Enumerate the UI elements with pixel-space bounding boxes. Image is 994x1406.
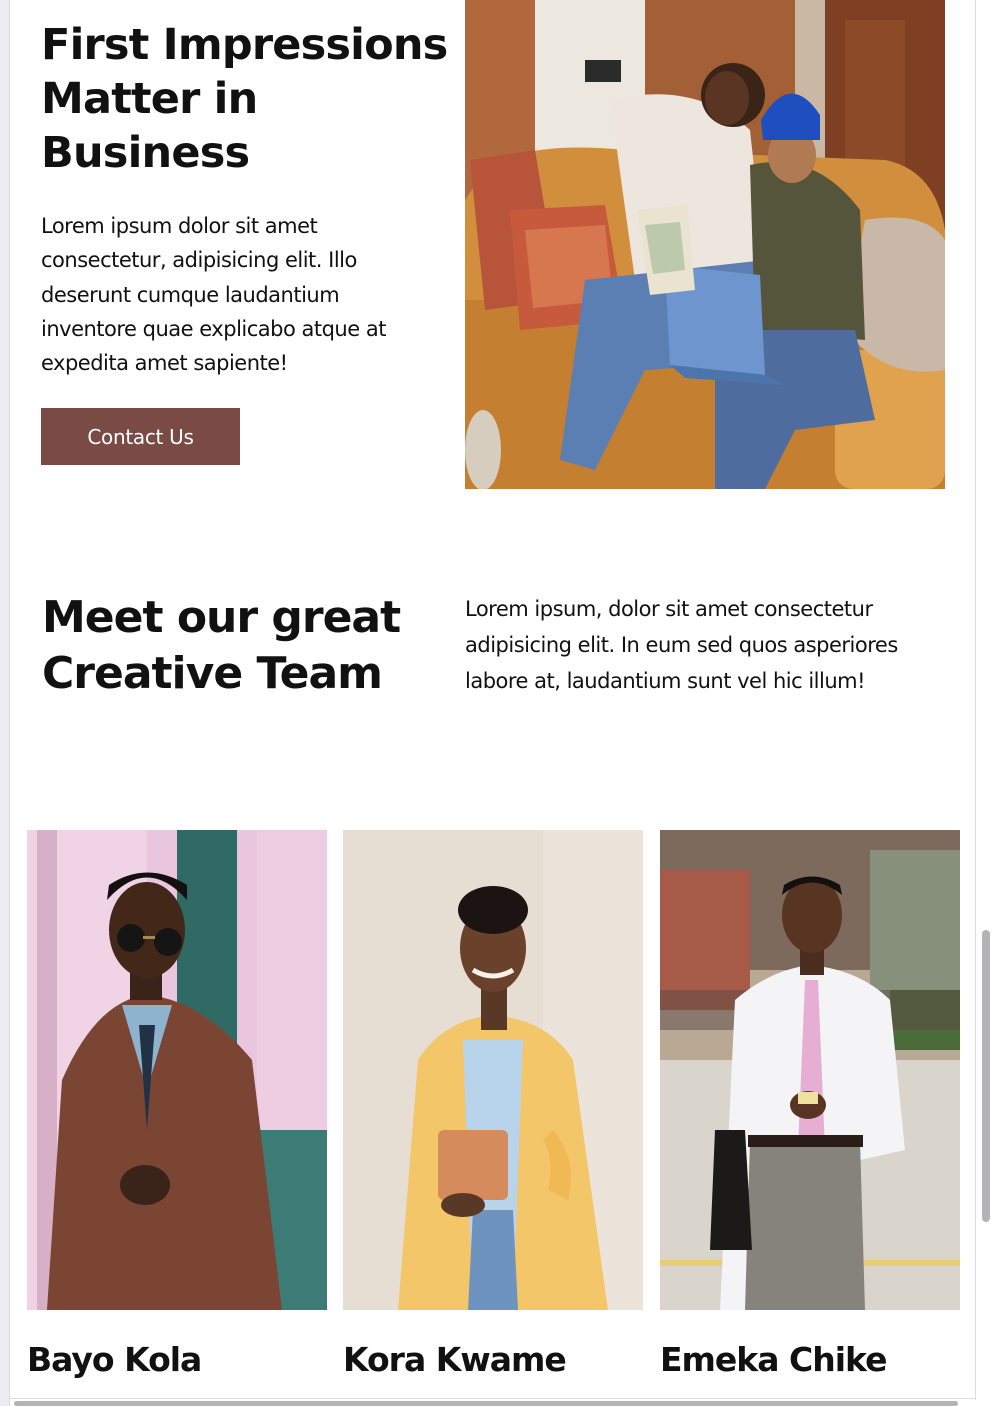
hero-description: Lorem ipsum dolor sit amet consectetur, … [41,214,386,376]
member-name: Bayo Kola [27,1340,202,1379]
left-gutter [0,0,10,1406]
member-photo-emeka-chike [660,830,960,1310]
member-name: Kora Kwame [343,1340,567,1379]
hero-title: First Impressions Matter in Business [41,20,448,178]
member-name: Emeka Chike [660,1340,887,1379]
vertical-scrollbar-thumb[interactable] [982,930,990,1222]
member-photo-bayo-kola [27,830,327,1310]
team-section-description: Lorem ipsum, dolor sit amet consectetur … [465,597,898,693]
team-section-title: Meet our great Creative Team [42,592,401,699]
page: First Impressions Matter in Business Lor… [0,0,994,1406]
content-bottom-border [9,1398,976,1399]
contact-us-button[interactable]: Contact Us [41,408,240,465]
member-photo-kora-kwame [343,830,643,1310]
content-right-border [975,0,976,1400]
horizontal-scrollbar-thumb[interactable] [14,1401,958,1406]
hero-photo-two-women-laptop [465,0,945,489]
